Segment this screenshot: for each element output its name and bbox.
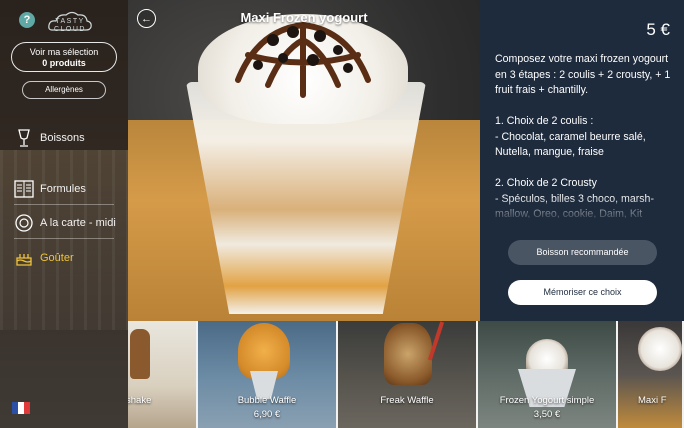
plate-icon xyxy=(14,213,34,233)
card-image xyxy=(638,327,682,371)
allergens-button[interactable]: Allergènes xyxy=(22,81,106,99)
menu-item-label: Formules xyxy=(40,183,86,195)
product-card-freak-waffle[interactable]: Freak Waffle xyxy=(338,321,478,428)
logo-text: TASTY CLOUD xyxy=(53,18,86,33)
card-label: shake xyxy=(128,395,152,406)
fr-flag-icon[interactable] xyxy=(12,402,30,414)
card-price: 6,90 € xyxy=(253,409,281,420)
product-carousel[interactable]: shake Bubble Waffle 6,90 € Freak Waffle … xyxy=(128,321,684,428)
product-description: Composez votre maxi frozen yogourt en 3 … xyxy=(495,53,671,218)
selection-count: 0 produits xyxy=(42,58,86,68)
sidebar: ? TASTY CLOUD Voir ma sélection 0 produi… xyxy=(0,0,128,428)
card-price: 3,50 € xyxy=(533,409,561,420)
view-selection-button[interactable]: Voir ma sélection 0 produits xyxy=(11,42,117,72)
product-card-shake[interactable]: shake xyxy=(128,321,198,428)
chocolate-topping-image xyxy=(235,21,371,98)
tasty-cloud-logo[interactable]: TASTY CLOUD xyxy=(46,8,94,36)
menu-item-label: A la carte - midi xyxy=(40,217,116,229)
menu-item-gouter[interactable]: Goûter xyxy=(14,247,126,269)
selection-label: Voir ma sélection xyxy=(29,47,99,57)
product-title: Maxi Frozen yogourt xyxy=(240,10,368,25)
product-detail-panel: 5 € Composez votre maxi frozen yogourt e… xyxy=(480,0,684,321)
card-label: Maxi F xyxy=(638,395,667,406)
help-icon[interactable]: ? xyxy=(19,12,35,28)
product-card-bubble-waffle[interactable]: Bubble Waffle 6,90 € xyxy=(198,321,338,428)
menu-item-a-la-carte[interactable]: A la carte - midi xyxy=(14,212,126,234)
card-label: Bubble Waffle xyxy=(237,395,297,406)
menu-item-formules[interactable]: Formules xyxy=(14,178,126,200)
menu-book-icon xyxy=(14,179,34,199)
menu-divider xyxy=(14,204,114,205)
menu-divider xyxy=(14,238,114,239)
menu-item-label: Goûter xyxy=(40,252,74,264)
card-image xyxy=(130,329,150,379)
recommended-drink-button[interactable]: Boisson recommandée xyxy=(508,240,657,265)
product-price: 5 € xyxy=(646,20,670,39)
cake-icon xyxy=(14,248,34,268)
product-hero-image: ← Maxi Frozen yogourt xyxy=(128,0,480,321)
description-fade xyxy=(495,195,675,221)
card-label: Frozen Yogourt simple xyxy=(499,395,595,406)
card-image xyxy=(384,323,432,385)
card-image xyxy=(238,323,290,379)
menu-item-label: Boissons xyxy=(40,132,85,144)
glass-icon xyxy=(14,128,34,148)
card-label: Freak Waffle xyxy=(380,395,434,406)
menu-item-boissons[interactable]: Boissons xyxy=(14,127,126,149)
save-choice-button[interactable]: Mémoriser ce choix xyxy=(508,280,657,305)
product-card-frozen-yogourt-simple[interactable]: Frozen Yogourt simple 3,50 € xyxy=(478,321,618,428)
product-card-maxi-frozen-yogourt[interactable]: Maxi F xyxy=(618,321,684,428)
